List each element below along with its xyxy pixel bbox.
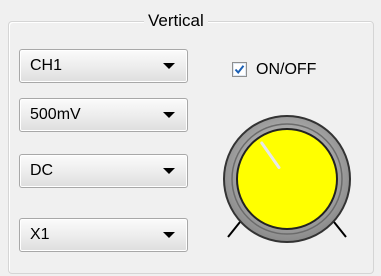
coupling-dropdown[interactable]: DC: [19, 154, 188, 188]
volts-div-dropdown-value: 500mV: [30, 106, 81, 123]
probe-dropdown-value: X1: [30, 226, 50, 243]
chevron-down-icon: [163, 63, 175, 69]
knob-face[interactable]: [236, 128, 338, 230]
vertical-group-title: Vertical: [144, 10, 208, 32]
volts-div-dropdown[interactable]: 500mV: [19, 98, 188, 132]
coupling-dropdown-value: DC: [30, 162, 54, 179]
chevron-down-icon: [163, 168, 175, 174]
chevron-down-icon: [163, 232, 175, 238]
knob-min-tick: [227, 221, 241, 238]
onoff-label[interactable]: ON/OFF: [256, 59, 316, 81]
channel-dropdown[interactable]: CH1: [19, 49, 188, 83]
chevron-down-icon: [163, 112, 175, 118]
knob-max-tick: [333, 221, 347, 238]
probe-dropdown[interactable]: X1: [19, 218, 188, 252]
channel-dropdown-value: CH1: [30, 57, 63, 74]
checkmark-icon: [234, 65, 245, 75]
volts-div-knob[interactable]: [212, 104, 362, 254]
onoff-checkbox[interactable]: [232, 62, 247, 77]
